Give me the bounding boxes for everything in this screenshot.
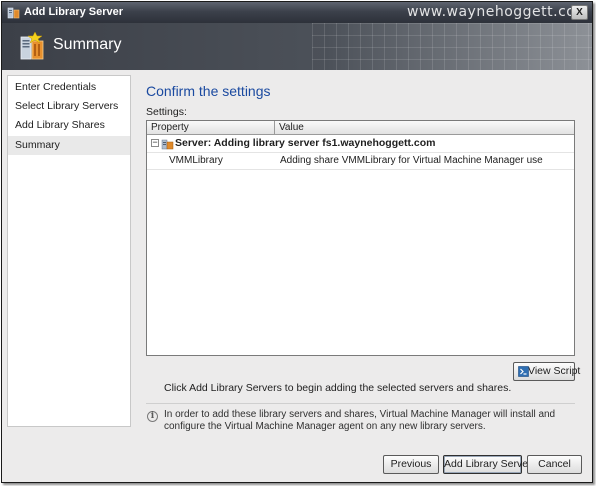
table-cell-value: Adding share VMMLibrary for Virtual Mach… <box>280 155 543 166</box>
collapse-icon[interactable]: − <box>151 138 159 147</box>
divider <box>146 403 575 404</box>
wizard-window: Add Library Server www.waynehoggett.com … <box>1 1 593 483</box>
window-title: Add Library Server <box>24 6 124 18</box>
view-script-button[interactable]: View Script <box>513 362 580 381</box>
info-icon: i <box>147 411 158 422</box>
close-button[interactable]: X <box>571 5 588 20</box>
table-cell-property: VMMLibrary <box>169 155 223 166</box>
previous-button[interactable]: Previous <box>383 455 439 474</box>
column-header-property[interactable]: Property <box>147 121 275 134</box>
script-icon <box>518 366 529 377</box>
table-row[interactable]: VMMLibrary Adding share VMMLibrary for V… <box>147 153 574 170</box>
info-message: In order to add these library servers an… <box>164 409 556 432</box>
wizard-steps-nav: Enter Credentials Select Library Servers… <box>7 75 131 427</box>
nav-item-summary[interactable]: Summary <box>8 136 130 155</box>
library-server-icon <box>7 7 20 19</box>
library-server-icon <box>20 31 44 60</box>
wizard-header: Summary <box>2 23 592 70</box>
nav-item-select-library-servers[interactable]: Select Library Servers <box>8 97 130 116</box>
watermark-text: www.waynehoggett.com <box>407 4 590 20</box>
column-header-value[interactable]: Value <box>275 121 574 134</box>
header-grid-decoration <box>312 23 592 70</box>
instruction-text: Click Add Library Servers to begin addin… <box>164 382 512 394</box>
settings-table: Property Value − Server: Adding library … <box>146 120 575 356</box>
title-bar: Add Library Server www.waynehoggett.com … <box>2 2 592 23</box>
table-header: Property Value <box>147 121 574 135</box>
table-group-row[interactable]: − Server: Adding library server fs1.wayn… <box>147 135 574 153</box>
page-title: Summary <box>53 36 122 53</box>
group-label: Server: Adding library server fs1.wayneh… <box>175 137 436 149</box>
settings-label: Settings: <box>146 106 187 118</box>
view-script-label: View Script <box>528 365 581 377</box>
add-library-servers-button[interactable]: Add Library Servers <box>443 455 537 474</box>
section-title: Confirm the settings <box>146 83 271 99</box>
nav-item-add-library-shares[interactable]: Add Library Shares <box>8 116 130 135</box>
server-icon <box>161 139 174 150</box>
cancel-button[interactable]: Cancel <box>527 455 582 474</box>
nav-item-enter-credentials[interactable]: Enter Credentials <box>8 78 130 97</box>
